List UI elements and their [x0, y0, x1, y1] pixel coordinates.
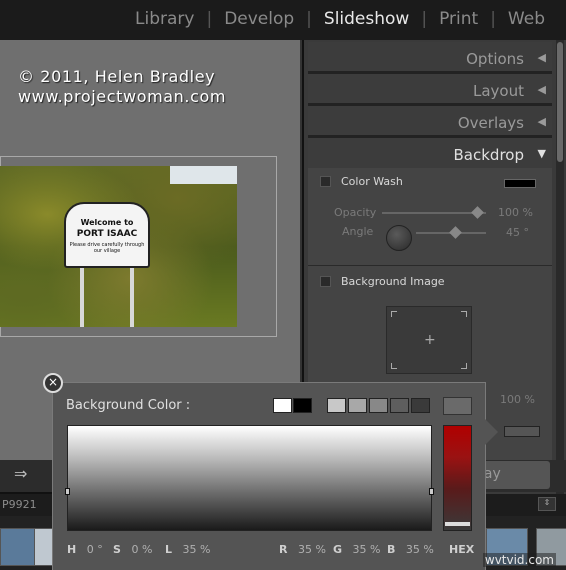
triangle-down-icon: ▼ — [537, 147, 546, 160]
swatch-gray-1[interactable] — [327, 398, 346, 413]
red-readout[interactable]: R 35 % — [279, 543, 326, 556]
copyright-line: © 2011, Helen Bradley — [18, 67, 216, 86]
angle-dial[interactable] — [386, 225, 412, 251]
color-picker-popup: Background Color : H 0 ° S 0 % L 35 % R … — [52, 382, 486, 570]
swatch-gray-2[interactable] — [348, 398, 367, 413]
triangle-left-icon: ◀ — [537, 83, 546, 96]
color-wash-label: Color Wash — [341, 175, 403, 188]
color-wash-swatch[interactable] — [504, 179, 536, 188]
background-image-label: Background Image — [341, 275, 445, 288]
current-color-preview — [443, 397, 472, 415]
module-slideshow[interactable]: Slideshow — [323, 9, 410, 29]
slide-photo: Welcome to PORT ISAAC Please drive caref… — [0, 166, 237, 327]
module-picker: Library | Develop | Slideshow | Print | … — [0, 0, 566, 40]
lightness-marker-right — [429, 488, 434, 495]
scrollbar-thumb[interactable] — [557, 42, 563, 162]
plus-icon: + — [424, 332, 436, 348]
triangle-left-icon: ◀ — [537, 115, 546, 128]
saturation-lightness-field[interactable] — [65, 425, 434, 531]
road-sign: Welcome to PORT ISAAC Please drive caref… — [64, 202, 150, 268]
swatch-black[interactable] — [293, 398, 312, 413]
angle-value: 45 ° — [506, 226, 529, 239]
opacity-value: 100 % — [498, 206, 533, 219]
bg-opacity-value: 100 % — [500, 393, 535, 406]
module-library[interactable]: Library — [134, 9, 195, 29]
color-wash-checkbox[interactable] — [320, 176, 331, 187]
filmstrip-dropdown[interactable]: ⇕ — [538, 497, 556, 511]
module-develop[interactable]: Develop — [223, 9, 295, 29]
angle-slider-thumb[interactable] — [449, 226, 462, 239]
layout-panel-header[interactable]: Layout ◀ — [308, 74, 552, 106]
hue-readout[interactable]: H 0 ° — [67, 543, 103, 556]
swatch-gray-4[interactable] — [390, 398, 409, 413]
module-print[interactable]: Print — [438, 9, 479, 29]
background-image-checkbox[interactable] — [320, 276, 331, 287]
green-readout[interactable]: G 35 % — [333, 543, 380, 556]
triangle-left-icon: ◀ — [537, 51, 546, 64]
next-arrow-icon[interactable]: ⇒ — [14, 464, 27, 483]
swatch-gray-5[interactable] — [411, 398, 430, 413]
backdrop-panel-header[interactable]: Backdrop ▼ — [308, 138, 552, 170]
module-web[interactable]: Web — [507, 9, 546, 29]
watermark: wvtvid.com — [482, 553, 556, 567]
swatch-gray-3[interactable] — [369, 398, 388, 413]
website-line: www.projectwoman.com — [18, 87, 227, 106]
color-picker-title: Background Color : — [66, 398, 191, 413]
opacity-label: Opacity — [334, 206, 377, 219]
blue-readout[interactable]: B 35 % — [387, 543, 434, 556]
lightness-marker-left — [65, 488, 70, 495]
hue-slider-thumb[interactable] — [445, 522, 470, 526]
overlays-panel-header[interactable]: Overlays ◀ — [308, 106, 552, 138]
close-icon[interactable]: × — [43, 373, 63, 393]
saturation-readout[interactable]: S 0 % — [113, 543, 152, 556]
right-panel-scrollbar[interactable] — [556, 40, 564, 500]
background-image-well[interactable]: + — [386, 306, 472, 374]
popup-pointer — [484, 418, 498, 446]
options-panel-header[interactable]: Options ◀ — [308, 42, 552, 74]
hue-slider[interactable] — [443, 425, 472, 531]
lightness-readout[interactable]: L 35 % — [165, 543, 210, 556]
opacity-slider-thumb[interactable] — [471, 206, 484, 219]
hex-toggle[interactable]: HEX — [449, 543, 474, 556]
angle-label: Angle — [342, 225, 374, 238]
swatch-white[interactable] — [273, 398, 292, 413]
filmstrip-filename: P9921 — [2, 498, 37, 511]
identity-plate-text[interactable]: © 2011, Helen Bradley www.projectwoman.c… — [18, 67, 226, 107]
background-color-swatch[interactable] — [504, 426, 540, 437]
